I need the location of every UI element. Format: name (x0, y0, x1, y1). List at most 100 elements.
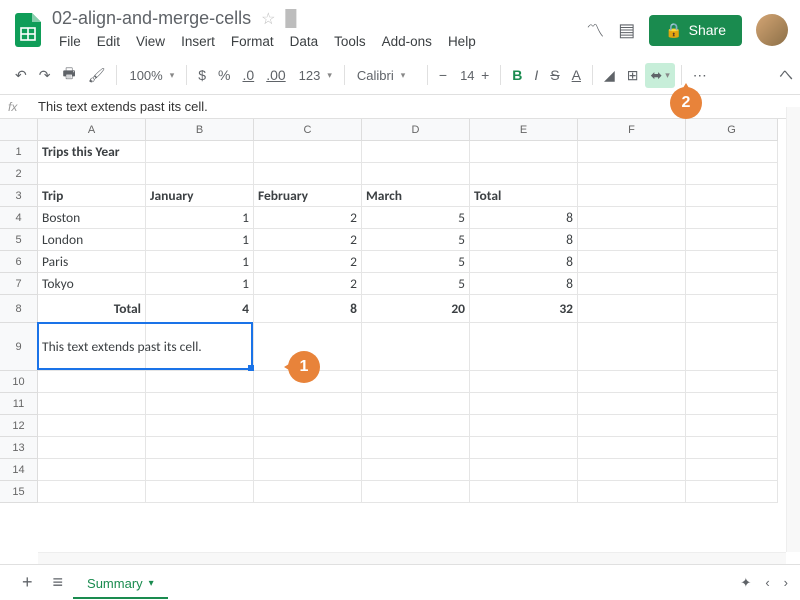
cell-A10[interactable] (38, 371, 146, 393)
row-header-6[interactable]: 6 (0, 251, 38, 273)
row-header-11[interactable]: 11 (0, 393, 38, 415)
cell-A14[interactable] (38, 459, 146, 481)
bold-button[interactable]: B (507, 63, 527, 87)
cell-A6[interactable]: Paris (38, 251, 146, 273)
menu-insert[interactable]: Insert (174, 31, 222, 52)
fill-color-button[interactable]: ◢ (599, 63, 620, 88)
sheet-nav-right[interactable]: › (784, 575, 788, 590)
cell-E13[interactable] (470, 437, 578, 459)
row-header-7[interactable]: 7 (0, 273, 38, 295)
add-sheet-button[interactable]: + (12, 566, 43, 599)
percent-button[interactable]: % (213, 63, 235, 87)
cell-B5[interactable]: 1 (146, 229, 254, 251)
cell-B13[interactable] (146, 437, 254, 459)
formula-input[interactable]: This text extends past its cell. (38, 99, 208, 114)
font-select[interactable]: Calibri (351, 65, 421, 86)
sheets-logo-icon[interactable] (12, 14, 44, 46)
cell-E14[interactable] (470, 459, 578, 481)
cell-D2[interactable] (362, 163, 470, 185)
horizontal-scrollbar[interactable] (38, 552, 786, 564)
cell-F5[interactable] (578, 229, 686, 251)
row-header-10[interactable]: 10 (0, 371, 38, 393)
cell-G6[interactable] (686, 251, 778, 273)
column-header-E[interactable]: E (470, 119, 578, 141)
row-header-13[interactable]: 13 (0, 437, 38, 459)
zoom-select[interactable]: 100% (123, 65, 180, 86)
cell-D11[interactable] (362, 393, 470, 415)
cell-C14[interactable] (254, 459, 362, 481)
cell-F7[interactable] (578, 273, 686, 295)
cell-B9[interactable] (146, 323, 254, 371)
cell-G8[interactable] (686, 295, 778, 323)
row-header-2[interactable]: 2 (0, 163, 38, 185)
cell-D8[interactable]: 20 (362, 295, 470, 323)
row-header-14[interactable]: 14 (0, 459, 38, 481)
cell-C3[interactable]: February (254, 185, 362, 207)
sheet-tab-menu-icon[interactable]: ▾ (149, 578, 154, 589)
cell-D6[interactable]: 5 (362, 251, 470, 273)
cell-G5[interactable] (686, 229, 778, 251)
cell-F6[interactable] (578, 251, 686, 273)
cell-A8[interactable]: Total (38, 295, 146, 323)
menu-format[interactable]: Format (224, 31, 281, 52)
sheet-tab-summary[interactable]: Summary ▾ (73, 566, 168, 599)
cell-C15[interactable] (254, 481, 362, 503)
cell-D15[interactable] (362, 481, 470, 503)
cell-B15[interactable] (146, 481, 254, 503)
cell-D9[interactable] (362, 323, 470, 371)
cell-E5[interactable]: 8 (470, 229, 578, 251)
cell-C11[interactable] (254, 393, 362, 415)
cell-E4[interactable]: 8 (470, 207, 578, 229)
cell-F2[interactable] (578, 163, 686, 185)
cell-C7[interactable]: 2 (254, 273, 362, 295)
print-button[interactable]: 🖶 (57, 59, 80, 91)
cell-C13[interactable] (254, 437, 362, 459)
menu-tools[interactable]: Tools (327, 31, 373, 52)
cell-D3[interactable]: March (362, 185, 470, 207)
cell-A11[interactable] (38, 393, 146, 415)
row-header-3[interactable]: 3 (0, 185, 38, 207)
cell-F8[interactable] (578, 295, 686, 323)
cell-C8[interactable]: 8 (254, 295, 362, 323)
undo-button[interactable]: ↶ (10, 63, 32, 88)
menu-help[interactable]: Help (441, 31, 483, 52)
merge-cells-button[interactable]: ⬌ (645, 63, 674, 88)
spreadsheet-grid[interactable]: ABCDEFG 1Trips this Year23TripJanuaryFeb… (0, 119, 800, 551)
trend-icon[interactable]: 〽 (586, 17, 604, 43)
cell-E9[interactable] (470, 323, 578, 371)
column-header-G[interactable]: G (686, 119, 778, 141)
cell-G9[interactable] (686, 323, 778, 371)
font-size-input[interactable]: 14 (454, 65, 474, 86)
currency-button[interactable]: $ (193, 63, 211, 87)
font-size-decrease[interactable]: − (434, 63, 452, 87)
cell-G14[interactable] (686, 459, 778, 481)
cell-D12[interactable] (362, 415, 470, 437)
cell-C6[interactable]: 2 (254, 251, 362, 273)
decrease-decimal-button[interactable]: .0 (238, 63, 260, 87)
cell-E6[interactable]: 8 (470, 251, 578, 273)
italic-button[interactable]: I (529, 63, 543, 87)
cell-B11[interactable] (146, 393, 254, 415)
cell-C2[interactable] (254, 163, 362, 185)
cell-B2[interactable] (146, 163, 254, 185)
cell-C12[interactable] (254, 415, 362, 437)
cell-F11[interactable] (578, 393, 686, 415)
cell-B10[interactable] (146, 371, 254, 393)
cell-E15[interactable] (470, 481, 578, 503)
cell-D13[interactable] (362, 437, 470, 459)
cell-C1[interactable] (254, 141, 362, 163)
cell-A3[interactable]: Trip (38, 185, 146, 207)
column-header-A[interactable]: A (38, 119, 146, 141)
cell-A13[interactable] (38, 437, 146, 459)
increase-decimal-button[interactable]: .00 (261, 63, 290, 87)
cell-A9[interactable]: This text extends past its cell. (38, 323, 146, 371)
cell-B8[interactable]: 4 (146, 295, 254, 323)
cell-G2[interactable] (686, 163, 778, 185)
cell-F4[interactable] (578, 207, 686, 229)
row-header-12[interactable]: 12 (0, 415, 38, 437)
vertical-scrollbar[interactable] (786, 107, 800, 552)
column-header-D[interactable]: D (362, 119, 470, 141)
row-header-5[interactable]: 5 (0, 229, 38, 251)
cell-C4[interactable]: 2 (254, 207, 362, 229)
cell-E1[interactable] (470, 141, 578, 163)
